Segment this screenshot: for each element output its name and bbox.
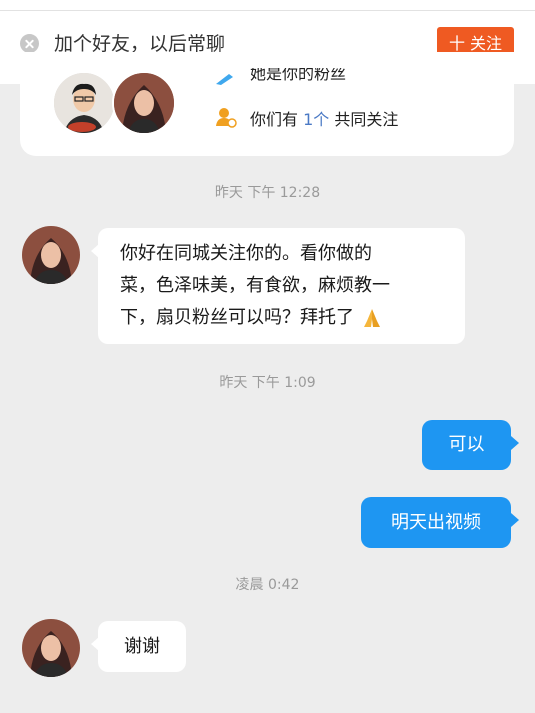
relationship-card: 她是你的粉丝 你们有 1个 共同关注 [20,52,514,156]
mutual-prefix: 你们有 [250,110,304,129]
fan-status-text: 她是你的粉丝 [250,68,347,83]
message-text: 可以 [448,434,485,455]
message-timestamp: 凌晨 0:42 [235,577,300,593]
mutual-follow-icon [216,108,237,128]
mutual-follow-row[interactable]: 你们有 1个 共同关注 [250,106,398,130]
my-avatar[interactable] [52,71,116,135]
friend-avatar[interactable] [112,71,176,135]
fan-status: 她是你的粉丝 [250,68,346,86]
sender-avatar[interactable] [22,619,80,677]
folded-hands-icon [363,309,380,327]
mutual-count: 1个 [303,110,330,129]
message-line: 下，扇贝粉丝可以吗？拜托了 [120,302,465,334]
message-bubble-incoming[interactable]: 你好在同城关注你的。看你做的 菜，色泽味美，有食欲，麻烦教一 下，扇贝粉丝可以吗… [91,228,465,344]
message-text: 明天出视频 [391,512,481,533]
message-line: 菜，色泽味美，有食欲，麻烦教一 [120,275,390,296]
message-text: 谢谢 [124,636,160,657]
close-icon[interactable] [20,34,39,53]
message-bubble-incoming[interactable]: 谢谢 [91,621,186,672]
message-line-text: 下，扇贝粉丝可以吗？拜托了 [120,307,354,328]
banner-divider [0,10,535,11]
message-timestamp: 昨天 下午 1:09 [219,375,316,391]
message-bubble-outgoing[interactable]: 明天出视频 [361,497,519,548]
pen-icon [216,74,233,85]
message-timestamp: 昨天 下午 12:28 [214,185,321,201]
sender-avatar[interactable] [22,226,80,284]
message-line: 你好在同城关注你的。看你做的 [120,243,372,264]
message-bubble-outgoing[interactable]: 可以 [422,420,519,470]
mutual-suffix: 共同关注 [329,110,399,129]
